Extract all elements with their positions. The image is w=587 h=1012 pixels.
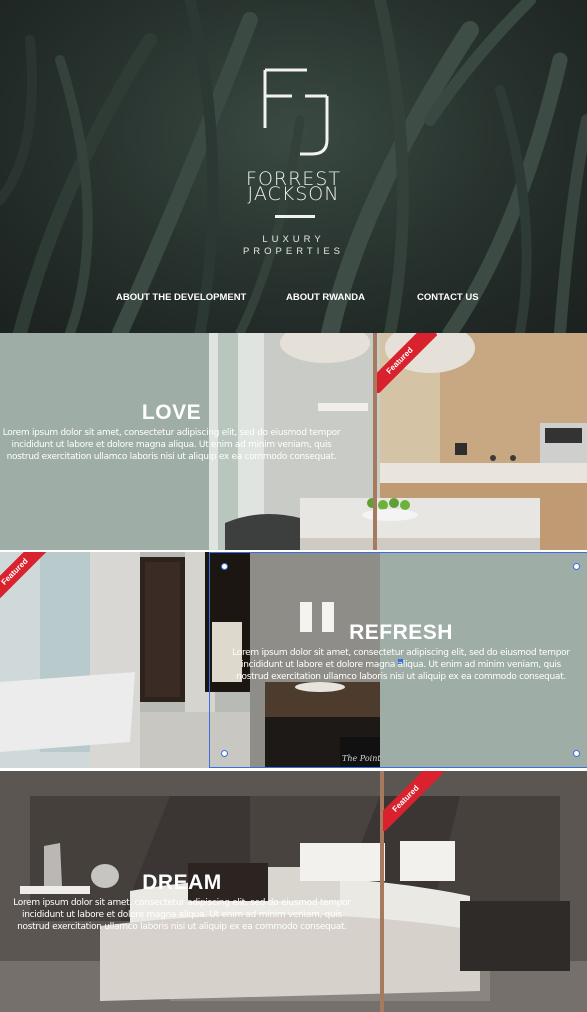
section-title: LOVE [141, 401, 202, 424]
section-refresh[interactable]: The Point Featured REFRESH Lorem ipsum d… [0, 552, 587, 768]
nav-about-development[interactable]: ABOUT THE DEVELOPMENT [116, 292, 246, 303]
nav-about-rwanda[interactable]: ABOUT RWANDA [286, 292, 365, 303]
nav-contact-us[interactable]: CONTACT US [417, 292, 479, 303]
section-love[interactable]: Featured LOVE Lorem ipsum dolor sit amet… [0, 333, 587, 550]
image-caption: The Point [342, 754, 381, 763]
section-body: Lorem ipsum dolor sit amet, consectetur … [232, 648, 570, 682]
section-dream[interactable]: Featured DREAM Lorem ipsum dolor sit ame… [0, 771, 587, 1012]
resize-handle[interactable] [221, 750, 228, 757]
hero-header: FORREST JACKSON LUXURY PROPERTIES ABOUT … [0, 0, 587, 333]
section-love-text: LOVE Lorem ipsum dolor sit amet, consect… [0, 401, 343, 463]
section-title: REFRESH [349, 621, 453, 644]
featured-badge: Featured [377, 333, 437, 393]
section-body: Lorem ipsum dolor sit amet, consectetur … [2, 428, 341, 462]
main-nav: ABOUT THE DEVELOPMENT ABOUT RWANDA CONTA… [0, 292, 587, 308]
brand-tagline-line2: PROPERTIES [242, 246, 345, 257]
fj-monogram-icon [263, 68, 329, 218]
selection-left-edge [209, 552, 210, 768]
resize-handle[interactable] [573, 563, 580, 570]
resize-handle[interactable] [573, 750, 580, 757]
resize-handle[interactable] [221, 563, 228, 570]
featured-badge: Featured [0, 552, 60, 612]
featured-badge: Featured [383, 771, 443, 831]
section-refresh-text: REFRESH Lorem ipsum dolor sit amet, cons… [229, 621, 573, 683]
brand-name-line2: JACKSON [247, 183, 340, 205]
section-dream-text: DREAM Lorem ipsum dolor sit amet, consec… [10, 871, 354, 933]
selection-top-edge [209, 552, 587, 553]
section-title: DREAM [142, 871, 222, 894]
section-body: Lorem ipsum dolor sit amet, consectetur … [13, 898, 351, 932]
